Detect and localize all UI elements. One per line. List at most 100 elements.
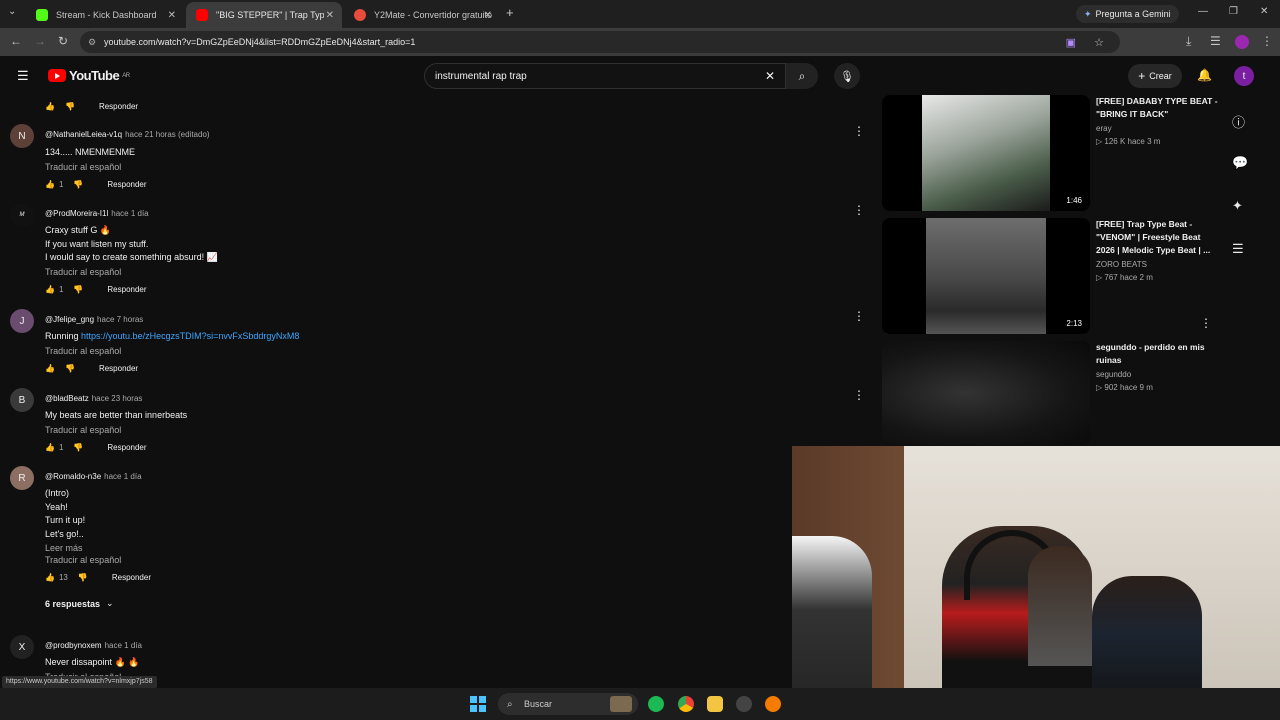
reply-button[interactable]: Responder (99, 364, 138, 373)
video-title[interactable]: [FREE] DABABY TYPE BEAT - "BRING IT BACK… (1096, 95, 1218, 121)
comment-time[interactable]: hace 1 día (104, 472, 141, 481)
comment-author[interactable]: @ProdMoreira-I1l (45, 209, 108, 218)
extension-icon[interactable]: ▣ (1066, 36, 1076, 49)
search-button[interactable]: ⌕ (786, 63, 818, 89)
comment-menu-icon[interactable]: ⋮ (853, 309, 865, 323)
tab-youtube[interactable]: "BIG STEPPER" | Trap Type Beat ✕ (186, 2, 342, 28)
like-icon[interactable]: 👍 (45, 443, 55, 452)
close-icon[interactable]: ✕ (326, 10, 334, 21)
comment-author[interactable]: @NathanielLeiea-v1q (45, 130, 122, 139)
file-explorer-icon[interactable] (707, 696, 723, 712)
dislike-icon[interactable]: 👎 (73, 285, 83, 294)
comment-time[interactable]: hace 21 horas (editado) (125, 130, 210, 139)
tab-kick[interactable]: Stream - Kick Dashboard ✕ (26, 2, 184, 28)
avatar[interactable]: X (10, 635, 34, 659)
video-thumbnail[interactable]: 1:46 (882, 95, 1090, 211)
channel-name[interactable]: eray (1096, 124, 1112, 133)
recommended-video[interactable]: 2:13 [FREE] Trap Type Beat - "VENOM" | F… (882, 218, 1222, 334)
youtube-logo[interactable]: YouTube AR (48, 68, 130, 83)
avatar[interactable]: N (10, 124, 34, 148)
back-icon[interactable]: ← (10, 34, 22, 48)
comment-time[interactable]: hace 7 horas (97, 315, 143, 324)
new-tab-button[interactable]: + (506, 5, 514, 20)
profile-avatar[interactable] (1235, 35, 1249, 49)
forward-icon[interactable]: → (34, 34, 46, 48)
taskbar-search[interactable]: ⌕ Buscar (498, 693, 638, 715)
recommended-video[interactable]: segunddo - perdido en mis ruinas segundd… (882, 341, 1222, 445)
dislike-icon[interactable]: 👎 (73, 443, 83, 452)
video-thumbnail[interactable]: 2:13 (882, 218, 1090, 334)
info-icon[interactable]: ⓘ (1232, 112, 1245, 131)
video-thumbnail[interactable] (882, 341, 1090, 445)
create-button[interactable]: + Crear (1128, 64, 1182, 88)
bookmark-star-icon[interactable]: ☆ (1094, 36, 1104, 49)
spotify-icon[interactable] (648, 696, 664, 712)
translate-link[interactable]: Traducir al español (45, 267, 218, 277)
close-window-icon[interactable]: ✕ (1260, 6, 1268, 17)
clear-search-icon[interactable]: ✕ (765, 69, 775, 83)
address-bar[interactable]: ⚙ youtube.com/watch?v=DmGZpEeDNj4&list=R… (80, 31, 1120, 53)
download-icon[interactable]: ⤓ (1186, 34, 1191, 49)
avatar[interactable]: J (10, 309, 34, 333)
playlist-icon[interactable]: ☰ (1232, 241, 1244, 257)
minimize-icon[interactable]: — (1198, 6, 1208, 17)
hamburger-menu-icon[interactable]: ☰ (17, 68, 29, 84)
reply-button[interactable]: Responder (99, 102, 138, 111)
comment-author[interactable]: @Jfelipe_gng (45, 315, 94, 324)
replies-toggle[interactable]: 6 respuestas ⌄ (45, 598, 151, 609)
dislike-icon[interactable]: 👎 (65, 364, 75, 373)
account-avatar[interactable]: t (1234, 66, 1254, 86)
dislike-icon[interactable]: 👎 (78, 573, 88, 582)
restore-icon[interactable]: ❐ (1229, 6, 1238, 17)
avatar[interactable]: M (10, 203, 34, 227)
sparkle-icon[interactable]: ✦ (1232, 198, 1243, 214)
comment-time[interactable]: hace 23 horas (92, 394, 143, 403)
search-input[interactable]: instrumental rap trap ✕ (424, 63, 786, 89)
app-icon[interactable] (765, 696, 781, 712)
translate-link[interactable]: Traducir al español (45, 346, 299, 356)
comment-menu-icon[interactable]: ⋮ (853, 388, 865, 402)
comment-menu-icon[interactable]: ⋮ (853, 124, 865, 138)
reply-button[interactable]: Responder (112, 573, 151, 582)
tab-list-icon[interactable]: ⌄ (8, 6, 16, 17)
windows-start-icon[interactable] (470, 696, 486, 712)
like-icon[interactable]: 👍 (45, 285, 55, 294)
gemini-button[interactable]: ✦ Pregunta a Gemini (1076, 5, 1179, 23)
video-menu-icon[interactable]: ⋮ (1200, 316, 1212, 330)
dislike-icon[interactable]: 👎 (65, 102, 75, 111)
video-title[interactable]: [FREE] Trap Type Beat - "VENOM" | Freest… (1096, 218, 1218, 257)
translate-link[interactable]: Traducir al español (45, 555, 151, 565)
comment-author[interactable]: @Romaldo-n3e (45, 472, 101, 481)
translate-link[interactable]: Traducir al español (45, 425, 187, 435)
like-icon[interactable]: 👍 (45, 573, 55, 582)
like-icon[interactable]: 👍 (45, 180, 55, 189)
like-icon[interactable]: 👍 (45, 364, 55, 373)
chat-icon[interactable]: 💬 (1232, 155, 1248, 171)
avatar[interactable]: R (10, 466, 34, 490)
video-title[interactable]: segunddo - perdido en mis ruinas (1096, 341, 1218, 367)
comment-author[interactable]: @prodbynoxem (45, 641, 102, 650)
site-info-icon[interactable]: ⚙ (88, 37, 96, 48)
comment-menu-icon[interactable]: ⋮ (853, 203, 865, 217)
close-icon[interactable]: ✕ (168, 10, 176, 21)
comment-time[interactable]: hace 1 día (111, 209, 148, 218)
comment-time[interactable]: hace 1 día (105, 641, 142, 650)
voice-search-button[interactable]: 🎙 (834, 63, 860, 89)
chrome-icon[interactable] (678, 696, 694, 712)
close-icon[interactable]: ✕ (484, 10, 492, 21)
reply-button[interactable]: Responder (107, 443, 146, 452)
reply-button[interactable]: Responder (107, 285, 146, 294)
sidebar-icon[interactable]: ☰ (1210, 34, 1221, 48)
tab-y2mate[interactable]: Y2Mate - Convertidor gratuito ✕ (344, 2, 500, 28)
translate-link[interactable]: Traducir al español (45, 162, 210, 172)
avatar[interactable]: B (10, 388, 34, 412)
reload-icon[interactable]: ↻ (58, 34, 68, 48)
notifications-bell-icon[interactable]: 🔔 (1197, 68, 1212, 82)
dislike-icon[interactable]: 👎 (73, 180, 83, 189)
recommended-video[interactable]: 1:46 [FREE] DABABY TYPE BEAT - "BRING IT… (882, 95, 1222, 211)
read-more-link[interactable]: Leer más (45, 543, 151, 553)
comment-link[interactable]: https://youtu.be/zHecgzsTDIM?si=nvvFxSbd… (81, 331, 299, 341)
channel-name[interactable]: segunddo (1096, 370, 1131, 379)
like-icon[interactable]: 👍 (45, 102, 55, 111)
obs-icon[interactable] (736, 696, 752, 712)
